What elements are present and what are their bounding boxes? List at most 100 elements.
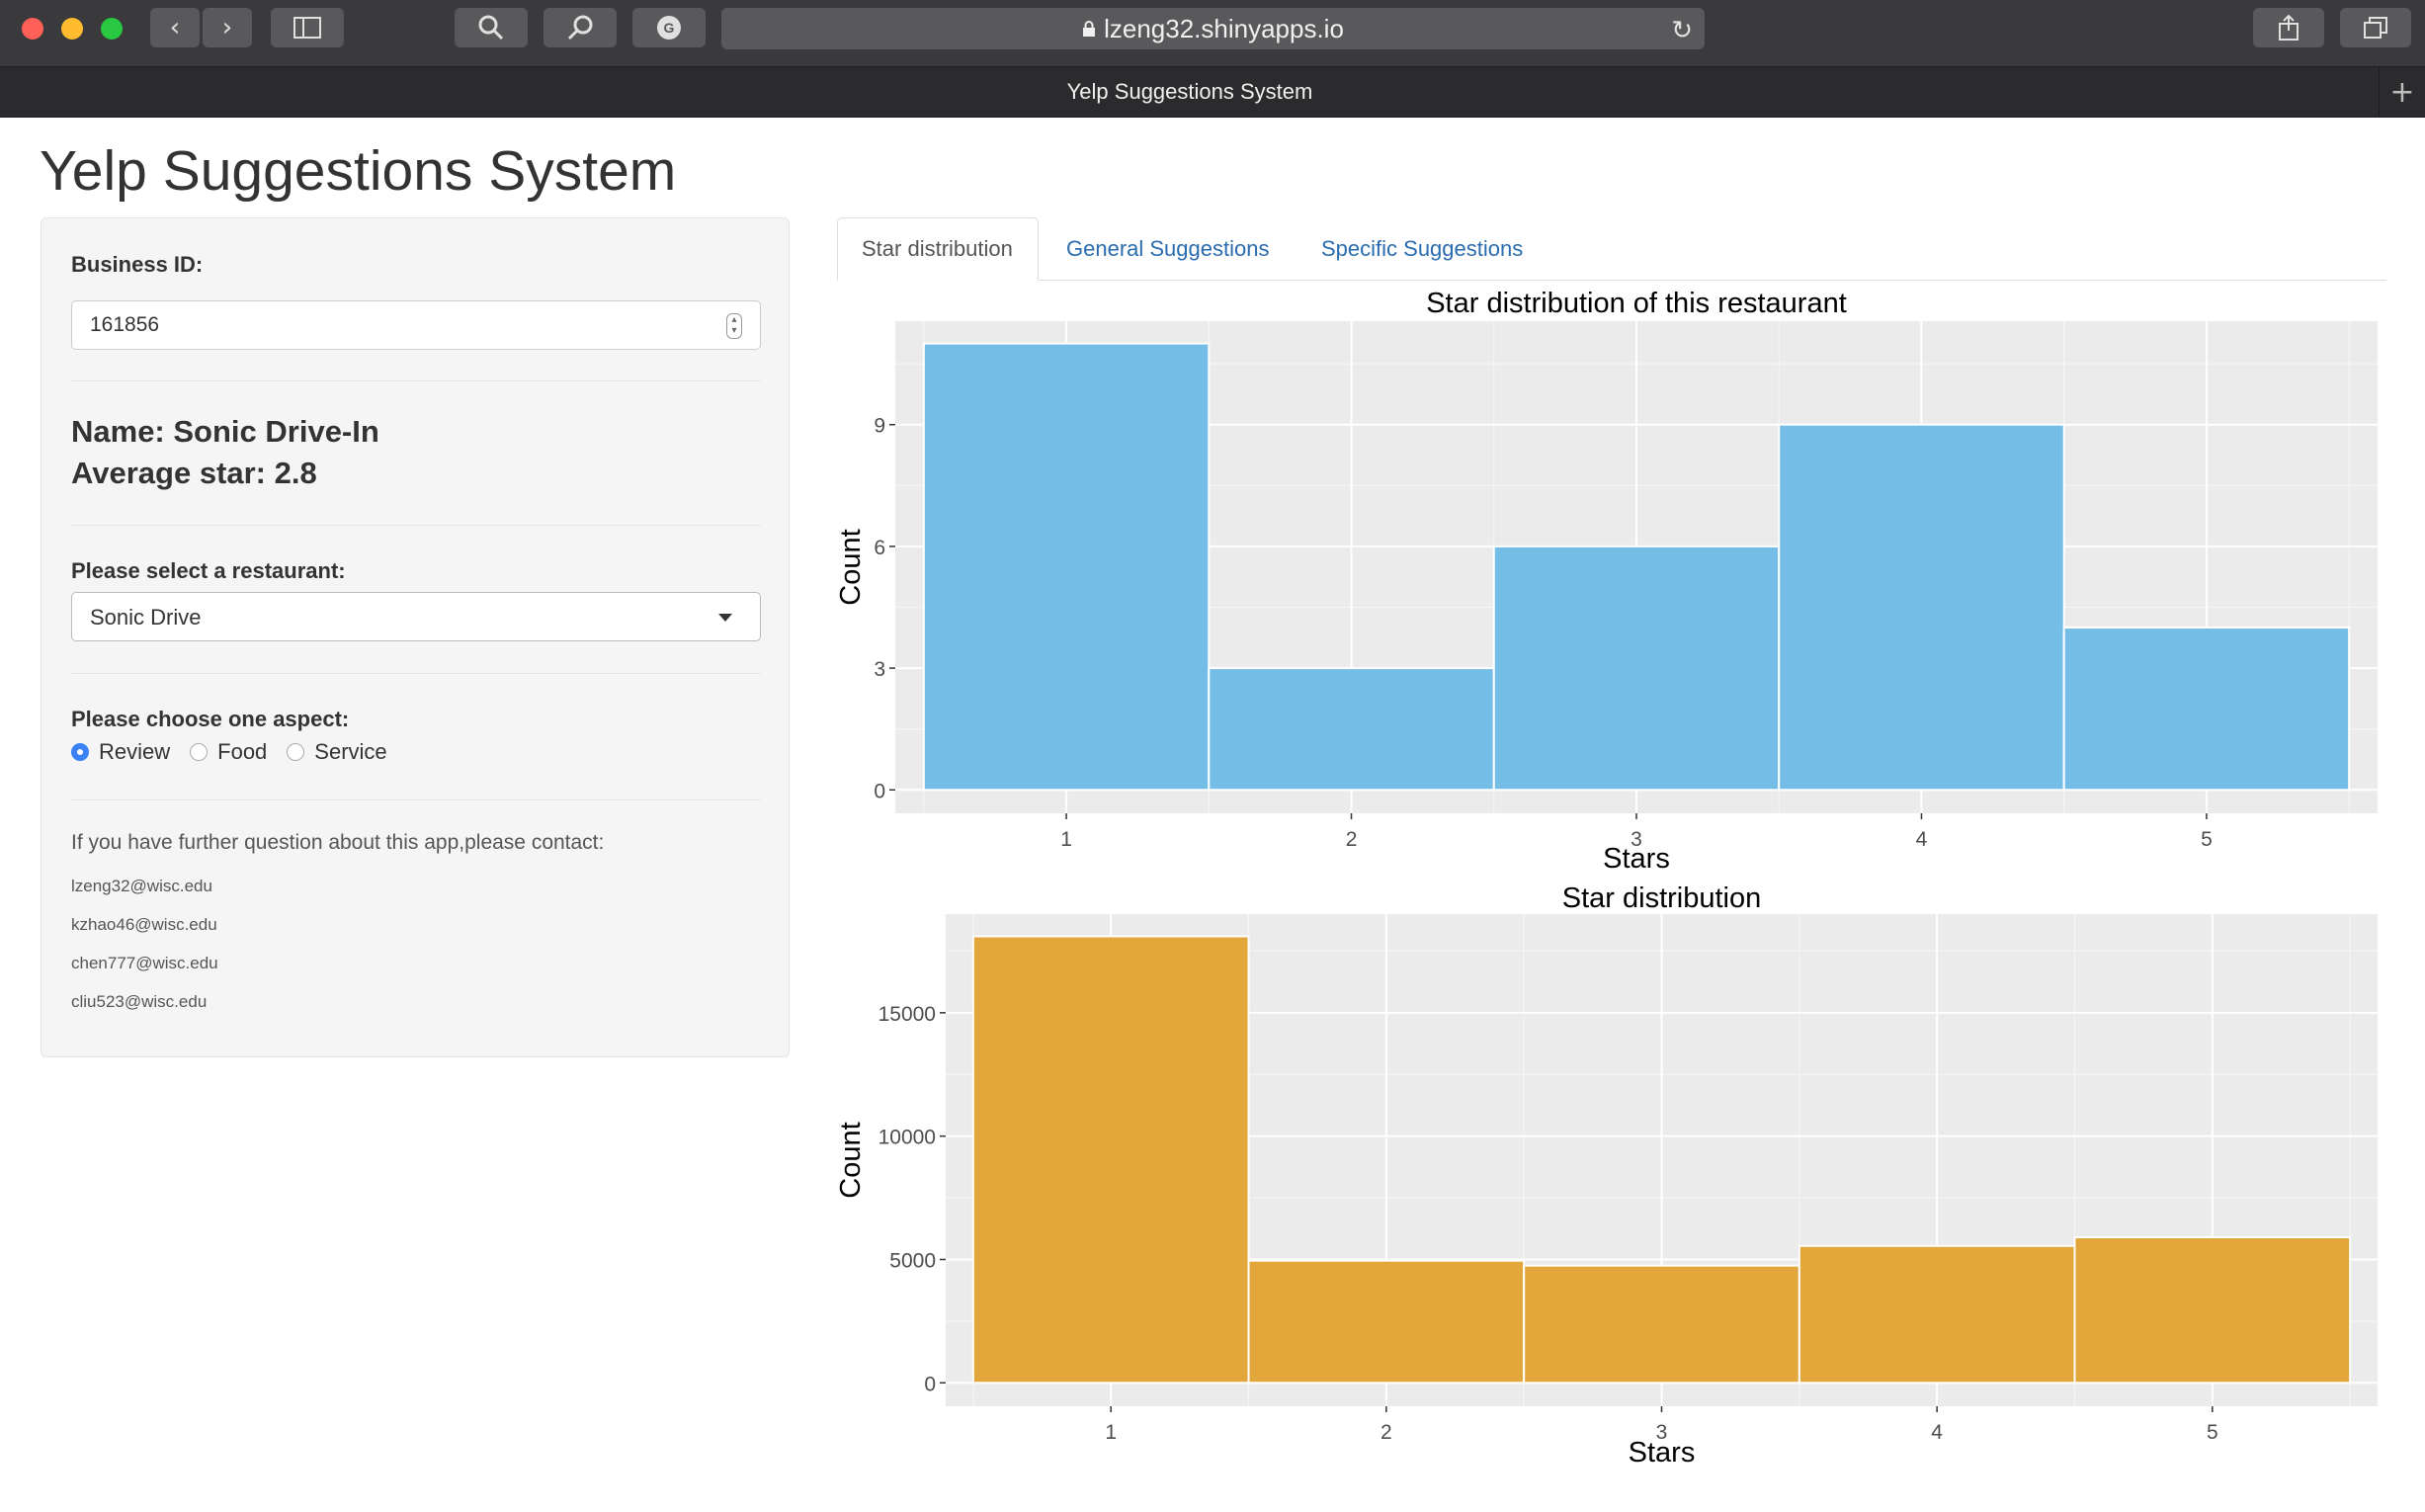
grammarly-button[interactable]: G: [632, 8, 706, 47]
browser-toolbar: ‹ › G lzeng32.shinyapps.io ↻: [0, 0, 2425, 66]
aspect-label: Please choose one aspect:: [71, 707, 350, 731]
restaurant-selected-value: Sonic Drive: [90, 605, 202, 630]
bar-1: [922, 342, 1211, 792]
x-tick-label: 4: [1916, 828, 1928, 851]
aspect-radio-label: Service: [314, 739, 387, 764]
chart-2: 0 5000 10000 15000 1 2 3 4 5 Star distribution Sta…: [835, 882, 2378, 1469]
tab-star-distribution[interactable]: Star distribution: [837, 217, 1039, 281]
svg-text:G: G: [664, 20, 675, 36]
aspect-radio-service[interactable]: Service: [287, 739, 387, 765]
new-tab-button[interactable]: +: [2379, 67, 2425, 117]
browser-tab-title[interactable]: Yelp Suggestions System: [0, 79, 2380, 105]
search-button[interactable]: [455, 8, 528, 47]
forward-button[interactable]: ›: [203, 8, 252, 47]
plot-panel: [946, 914, 2378, 1406]
sidebar-panel: Business ID: 161856 ▴ ▾ Name: Sonic Drive…: [41, 217, 790, 1057]
bar-3: [1492, 545, 1781, 792]
magnifier-icon: [567, 15, 593, 41]
y-tick-label: 6: [874, 537, 885, 559]
y-axis-label: Count: [835, 529, 867, 605]
y-tick-label: 5000: [889, 1249, 936, 1272]
radio-unchecked-icon[interactable]: [287, 743, 305, 761]
aspect-radio-review[interactable]: Review: [71, 739, 170, 765]
contact-email: kzhao46@wisc.edu: [71, 915, 217, 934]
tab-general-suggestions[interactable]: General Suggestions: [1043, 217, 1297, 280]
x-tick-label: 1: [1105, 1421, 1117, 1444]
y-tick-label: 3: [874, 658, 885, 681]
divider: [71, 799, 761, 800]
x-axis-label: Stars: [1603, 843, 1670, 875]
chart-title: Star distribution of this restaurant: [1426, 288, 1847, 319]
x-tick-label: 2: [1380, 1421, 1392, 1444]
y-axis-label: Count: [835, 1122, 867, 1198]
aspect-radio-group: Review Food Service: [71, 739, 407, 765]
x-tick-label: 1: [1060, 828, 1072, 851]
chart-title: Star distribution: [1562, 882, 1762, 914]
x-tick-label: 2: [1346, 828, 1358, 851]
aspect-radio-label: Food: [217, 739, 268, 764]
caret-down-icon: [718, 614, 732, 622]
contact-email: chen777@wisc.edu: [71, 954, 218, 972]
reload-icon[interactable]: ↻: [1671, 16, 1693, 45]
search-icon: [478, 15, 504, 41]
radio-unchecked-icon[interactable]: [190, 743, 209, 761]
tabs-icon: [2364, 17, 2387, 39]
bar-2: [1208, 667, 1495, 792]
business-id-value: 161856: [90, 313, 160, 336]
business-id-label: Business ID:: [71, 252, 204, 277]
sidebar-toggle-button[interactable]: [271, 8, 344, 47]
bar-5: [2062, 627, 2351, 792]
aspect-radio-label: Review: [99, 739, 171, 764]
minimize-window-button[interactable]: [61, 18, 83, 40]
url-text: lzeng32.shinyapps.io: [1104, 13, 1344, 43]
aspect-radio-food[interactable]: Food: [190, 739, 267, 765]
tabs-overview-button[interactable]: [2340, 8, 2411, 47]
x-tick-label: 3: [1631, 828, 1642, 851]
x-tick-label: 5: [2201, 828, 2213, 851]
tab-specific-suggestions[interactable]: Specific Suggestions: [1297, 217, 1564, 280]
lock-icon: [1083, 21, 1096, 37]
grammarly-icon: G: [657, 16, 681, 40]
close-window-button[interactable]: [22, 18, 43, 40]
contact-email: lzeng32@wisc.edu: [71, 877, 212, 895]
main-tabs: Star distribution General Suggestions Sp…: [837, 217, 2386, 281]
chevron-left-icon: ‹: [169, 13, 181, 42]
x-tick-label: 3: [1656, 1421, 1668, 1444]
chart-1: 03691 2 3 4 5Star distribution of this resta…: [835, 288, 2378, 875]
bar-2: [1247, 1259, 1526, 1385]
zoom-window-button[interactable]: [101, 18, 123, 40]
back-button[interactable]: ‹: [150, 8, 200, 47]
bar-4: [1778, 423, 2065, 792]
restaurant-select[interactable]: Sonic Drive: [71, 592, 761, 641]
x-tick-label: 5: [2207, 1421, 2218, 1444]
divider: [71, 673, 761, 674]
divider: [71, 380, 761, 381]
x-axis-label: Stars: [1629, 1437, 1696, 1469]
spinner-icon[interactable]: ▴ ▾: [726, 313, 742, 339]
contact-heading: If you have further question about this …: [71, 831, 605, 854]
page-title: Yelp Suggestions System: [40, 139, 677, 203]
find-button[interactable]: [544, 8, 617, 47]
sidebar-icon: [293, 17, 321, 39]
bar-5: [2073, 1236, 2352, 1385]
bar-3: [1523, 1264, 1800, 1385]
radio-checked-icon[interactable]: [71, 743, 89, 761]
address-bar[interactable]: lzeng32.shinyapps.io ↻: [721, 8, 1705, 49]
contact-email: cliu523@wisc.edu: [71, 992, 208, 1011]
divider: [71, 525, 761, 526]
bar-4: [1798, 1244, 2076, 1385]
plot-panel: [895, 321, 2378, 813]
share-button[interactable]: [2253, 8, 2324, 47]
browser-tab-bar: Yelp Suggestions System +: [0, 66, 2425, 118]
y-tick-label: 15000: [878, 1003, 936, 1026]
chevron-right-icon: ›: [221, 13, 233, 42]
x-tick-label: 4: [1931, 1421, 1943, 1444]
plus-icon: +: [2389, 74, 2415, 110]
average-star: Average star: 2.8: [71, 456, 317, 490]
y-tick-label: 10000: [878, 1127, 936, 1149]
bar-1: [971, 935, 1250, 1385]
business-id-input[interactable]: 161856 ▴ ▾: [71, 300, 761, 350]
y-tick-label: 0: [874, 780, 885, 802]
share-icon: [2279, 14, 2299, 41]
restaurant-select-label: Please select a restaurant:: [71, 558, 346, 583]
